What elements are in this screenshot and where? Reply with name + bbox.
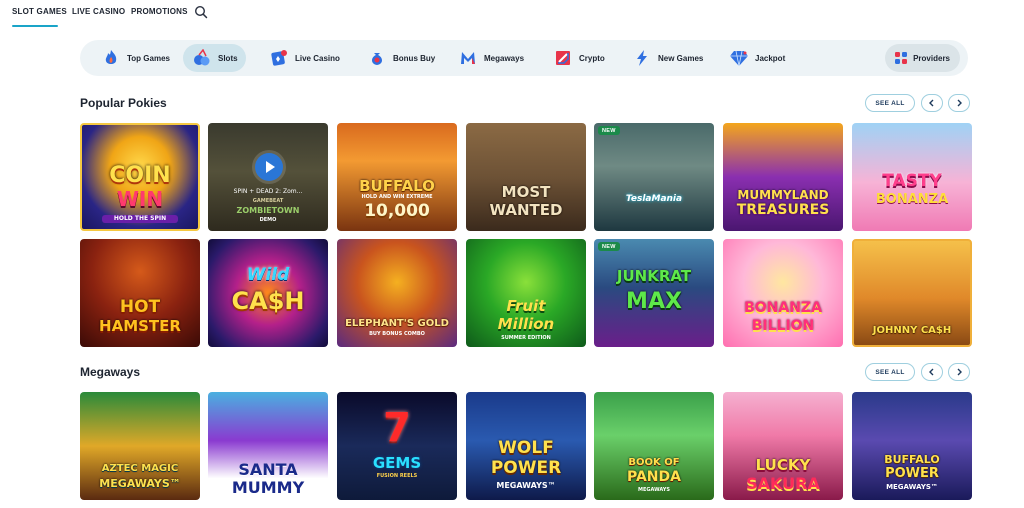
new-badge: NEW [598,242,620,251]
prev-button-megaways[interactable] [921,363,943,381]
nav-live-casino[interactable]: LIVE CASINO [72,7,125,16]
game-tile-mummyland[interactable]: MUMMYLAND TREASURES [723,123,843,231]
next-button-popular[interactable] [948,94,970,112]
nav-promotions[interactable]: PROMOTIONS [131,7,188,16]
slot-cherries-icon [191,47,213,69]
game-tile-book-of-panda[interactable]: BOOK OF PANDA MEGAWAYS [594,392,714,500]
game-tile-buffalo[interactable]: BUFFALO HOLD AND WIN EXTREME 10,000 [337,123,457,231]
money-bag-icon [366,47,388,69]
see-all-button-popular[interactable]: SEE ALL [865,94,915,112]
game-tile-wild-cash[interactable]: Wild CA$H [208,239,328,347]
category-megaways[interactable]: Megaways [449,44,532,72]
game-tile-coin-win[interactable]: COIN WIN HOLD THE SPIN [80,123,200,231]
section-title-popular-pokies: Popular Pokies [80,96,167,110]
game-tile-hot-hamster[interactable]: HOT HAMSTER [80,239,200,347]
game-tile-fruit-million[interactable]: Fruit Million SUMMER EDITION [466,239,586,347]
chevron-left-icon [929,99,934,107]
megaways-m-icon [457,47,479,69]
diamond-icon [728,47,750,69]
game-tile-spin-dead[interactable]: SPIN + DEAD 2: Zom... GAMEBEAT ZOMBIETOW… [208,123,328,231]
new-badge: NEW [598,126,620,135]
section-title-megaways: Megaways [80,365,141,379]
game-tile-junkrat-max[interactable]: NEW JUNKRAT MAX [594,239,714,347]
game-tile-lucky-sakura[interactable]: LUCKY SAKURA [723,392,843,500]
game-tile-most-wanted[interactable]: MOST WANTED [466,123,586,231]
game-tile-wolf-power[interactable]: WOLF POWER MEGAWAYS™ [466,392,586,500]
chevron-left-icon [929,368,934,376]
game-tile-teslamania[interactable]: NEW TeslaMania [594,123,714,231]
category-jackpot[interactable]: Jackpot [720,44,793,72]
flame-icon [100,47,122,69]
category-crypto[interactable]: Crypto [544,44,613,72]
providers-button[interactable]: Providers [885,44,960,72]
nav-slot-games[interactable]: SLOT GAMES [12,7,67,16]
category-new-games[interactable]: New Games [623,44,711,72]
prev-button-popular[interactable] [921,94,943,112]
play-icon[interactable] [255,153,283,181]
game-tile-7-gems[interactable]: 7 GEMS FUSION REELS [337,392,457,500]
lightning-icon [631,47,653,69]
category-slots[interactable]: Slots [183,44,246,72]
game-tile-elephants-gold[interactable]: ELEPHANT'S GOLD BUY BONUS COMBO [337,239,457,347]
search-icon[interactable] [194,5,208,19]
game-tile-tasty-bonanza[interactable]: TASTY BONANZA [852,123,972,231]
chevron-right-icon [957,368,962,376]
game-tile-buffalo-power[interactable]: BUFFALO POWER MEGAWAYS™ [852,392,972,500]
game-tile-santa-mummy[interactable]: SANTA MUMMY [208,392,328,500]
category-bonus-buy[interactable]: Bonus Buy [358,44,443,72]
providers-grid-icon [895,52,908,64]
chevron-right-icon [957,99,962,107]
category-live-casino[interactable]: Live Casino [260,44,348,72]
game-tile-bonanza-billion[interactable]: BONANZA BILLION [723,239,843,347]
crypto-icon [552,47,574,69]
live-cards-icon [268,47,290,69]
top-navigation: SLOT GAMES LIVE CASINO PROMOTIONS [0,0,1024,30]
category-top-games[interactable]: Top Games [92,44,178,72]
category-bar: Top Games Slots Live Casino Bonus Buy Me… [80,40,968,76]
game-tile-aztec-magic[interactable]: AZTEC MAGIC MEGAWAYS™ [80,392,200,500]
active-nav-underline [12,25,58,27]
game-tile-johnny-cash[interactable]: JOHNNY CA$H [852,239,972,347]
see-all-button-megaways[interactable]: SEE ALL [865,363,915,381]
next-button-megaways[interactable] [948,363,970,381]
